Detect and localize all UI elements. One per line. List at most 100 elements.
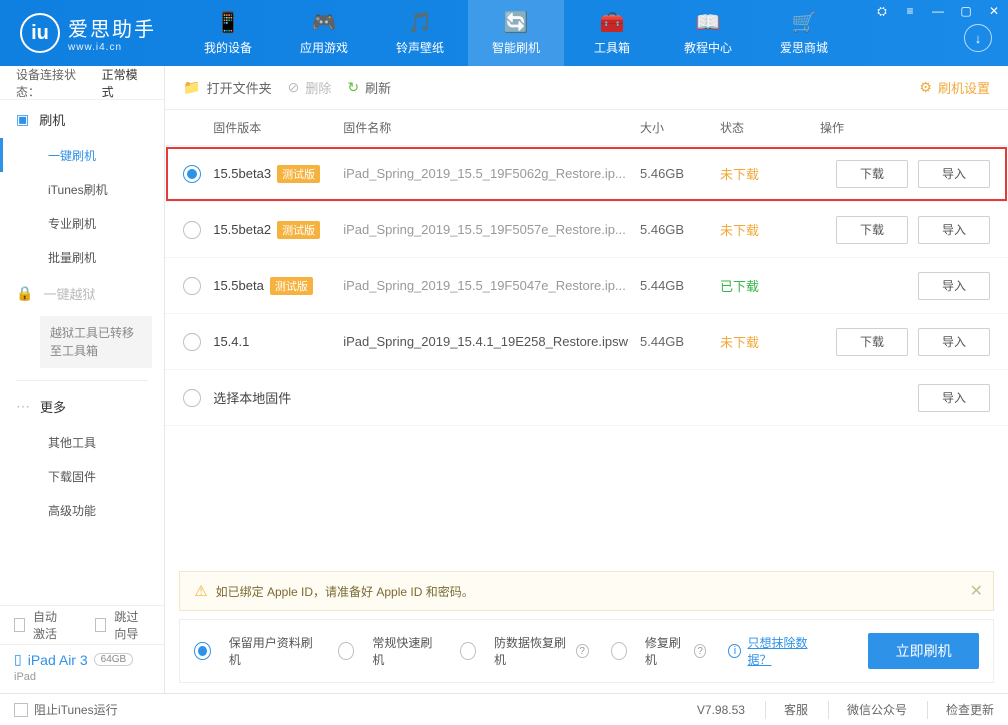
sidebar-item[interactable]: iTunes刷机 — [0, 172, 164, 206]
open-folder-label: 打开文件夹 — [207, 78, 272, 97]
firmware-filename: iPad_Spring_2019_15.4.1_19E258_Restore.i… — [343, 334, 640, 349]
firmware-radio[interactable] — [183, 277, 201, 295]
download-button[interactable]: 下载 — [836, 216, 908, 244]
sidebar-jailbreak-note: 越狱工具已转移至工具箱 — [40, 316, 152, 368]
opt-keep-data-radio[interactable] — [194, 642, 211, 660]
open-folder-button[interactable]: 📁 打开文件夹 — [183, 78, 271, 97]
window-menu2-icon[interactable]: ≡ — [896, 0, 924, 22]
firmware-radio[interactable] — [183, 165, 201, 183]
nav-icon: 🔄 — [504, 11, 529, 35]
firmware-version: 15.4.1 — [213, 334, 343, 349]
block-itunes-checkbox[interactable] — [14, 703, 28, 717]
opt-anti-recovery-label: 防数据恢复刷机 — [494, 634, 570, 668]
warning-icon: ⚠ — [194, 582, 207, 600]
nav-item-2[interactable]: 🎵铃声壁纸 — [372, 0, 468, 66]
firmware-radio[interactable] — [183, 221, 201, 239]
help-icon[interactable]: ? — [576, 644, 589, 658]
download-manager-icon[interactable]: ↓ — [964, 24, 992, 52]
sidebar-item[interactable]: 高级功能 — [0, 493, 164, 527]
sidebar-section-more-label: 更多 — [40, 397, 66, 416]
import-button[interactable]: 导入 — [918, 384, 990, 412]
flash-settings-label: 刷机设置 — [938, 78, 990, 97]
opt-normal-radio[interactable] — [338, 642, 354, 660]
opt-repair-label: 修复刷机 — [645, 634, 688, 668]
firmware-radio[interactable] — [183, 389, 201, 407]
logo-area: iu 爱思助手 www.i4.cn — [0, 13, 180, 53]
window-maximize-icon[interactable]: ▢ — [952, 0, 980, 22]
firmware-radio[interactable] — [183, 333, 201, 351]
firmware-filename: iPad_Spring_2019_15.5_19F5047e_Restore.i… — [343, 278, 640, 293]
firmware-row[interactable]: 15.5beta测试版 iPad_Spring_2019_15.5_19F504… — [165, 258, 1008, 314]
col-version: 固件版本 — [213, 119, 343, 136]
window-close-icon[interactable]: ✕ — [980, 0, 1008, 22]
apple-id-notice: ⚠ 如已绑定 Apple ID，请准备好 Apple ID 和密码。 ✕ — [179, 571, 994, 611]
firmware-version: 15.5beta3测试版 — [213, 165, 343, 183]
auto-activate-label: 自动激活 — [33, 608, 69, 642]
notice-close-icon[interactable]: ✕ — [970, 581, 983, 601]
nav-icon: 📱 — [216, 11, 241, 35]
lock-icon: 🔒 — [16, 285, 33, 302]
erase-only-link[interactable]: 只想抹除数据？ — [747, 634, 824, 668]
skip-guide-checkbox[interactable] — [95, 618, 106, 632]
firmware-ops: 导入 — [820, 272, 990, 300]
opt-anti-recovery[interactable]: 防数据恢复刷机? — [460, 634, 589, 668]
info-icon: i — [728, 644, 741, 658]
beta-tag: 测试版 — [277, 165, 320, 183]
sidebar-item[interactable]: 其他工具 — [0, 425, 164, 459]
local-firmware-row[interactable]: 选择本地固件 导入 — [165, 370, 1008, 426]
nav-item-3[interactable]: 🔄 智能刷机 — [468, 0, 564, 66]
import-button[interactable]: 导入 — [918, 216, 990, 244]
opt-repair[interactable]: 修复刷机? — [611, 634, 707, 668]
block-itunes-label: 阻止iTunes运行 — [34, 701, 118, 718]
flash-settings-button[interactable]: ⚙ 刷机设置 — [919, 78, 990, 97]
connection-status-label: 设备连接状态： — [16, 66, 98, 100]
wechat-link[interactable]: 微信公众号 — [828, 701, 907, 719]
version-label: V7.98.53 — [679, 701, 745, 719]
firmware-row[interactable]: 15.5beta3测试版 iPad_Spring_2019_15.5_19F50… — [165, 146, 1008, 202]
help-icon[interactable]: ? — [694, 644, 707, 658]
import-button[interactable]: 导入 — [918, 328, 990, 356]
firmware-status: 未下载 — [720, 220, 820, 239]
device-info[interactable]: ▯ iPad Air 3 64GB iPad — [0, 644, 164, 693]
nav-label: 智能刷机 — [492, 39, 540, 56]
import-button[interactable]: 导入 — [918, 272, 990, 300]
flash-now-button[interactable]: 立即刷机 — [868, 633, 979, 669]
download-button[interactable]: 下载 — [836, 328, 908, 356]
opt-repair-radio[interactable] — [611, 642, 627, 660]
sidebar-section-flash[interactable]: ▣ 刷机 — [0, 100, 164, 138]
firmware-status: 已下载 — [720, 276, 820, 295]
sidebar-item[interactable]: 下载固件 — [0, 459, 164, 493]
window-controls: ⛭ ≡ — ▢ ✕ — [868, 0, 1008, 22]
customer-service-link[interactable]: 客服 — [765, 701, 808, 719]
window-minimize-icon[interactable]: — — [924, 0, 952, 22]
opt-keep-data[interactable]: 保留用户资料刷机 — [194, 634, 316, 668]
check-update-link[interactable]: 检查更新 — [927, 701, 994, 719]
delete-icon: ⊘ — [288, 79, 300, 96]
import-button[interactable]: 导入 — [918, 160, 990, 188]
firmware-row[interactable]: 15.5beta2测试版 iPad_Spring_2019_15.5_19F50… — [165, 202, 1008, 258]
sidebar-item[interactable]: 专业刷机 — [0, 206, 164, 240]
sidebar-section-more[interactable]: ⋯ 更多 — [0, 387, 164, 425]
app-logo-icon: iu — [20, 13, 60, 53]
flash-icon: ▣ — [16, 111, 29, 128]
device-storage-badge: 64GB — [94, 653, 134, 666]
table-header: 固件版本 固件名称 大小 状态 操作 — [165, 110, 1008, 146]
col-name: 固件名称 — [343, 119, 640, 136]
nav-item-0[interactable]: 📱我的设备 — [180, 0, 276, 66]
delete-button[interactable]: ⊘ 删除 — [288, 78, 332, 97]
nav-item-4[interactable]: 🧰工具箱 — [564, 0, 660, 66]
opt-anti-recovery-radio[interactable] — [460, 642, 476, 660]
nav-item-6[interactable]: 🛒爱思商城 — [756, 0, 852, 66]
firmware-row[interactable]: 15.4.1 iPad_Spring_2019_15.4.1_19E258_Re… — [165, 314, 1008, 370]
opt-normal[interactable]: 常规快速刷机 — [338, 634, 438, 668]
nav-item-5[interactable]: 📖教程中心 — [660, 0, 756, 66]
window-menu1-icon[interactable]: ⛭ — [868, 0, 896, 22]
download-button[interactable]: 下载 — [836, 160, 908, 188]
sidebar-item[interactable]: 一键刷机 — [0, 138, 164, 172]
sidebar: 设备连接状态： 正常模式 ▣ 刷机 一键刷机iTunes刷机专业刷机批量刷机 🔒… — [0, 66, 165, 693]
nav-item-1[interactable]: 🎮应用游戏 — [276, 0, 372, 66]
sidebar-item[interactable]: 批量刷机 — [0, 240, 164, 274]
auto-activate-checkbox[interactable] — [14, 618, 25, 632]
refresh-button[interactable]: ↻ 刷新 — [347, 78, 391, 97]
more-icon: ⋯ — [16, 398, 30, 415]
